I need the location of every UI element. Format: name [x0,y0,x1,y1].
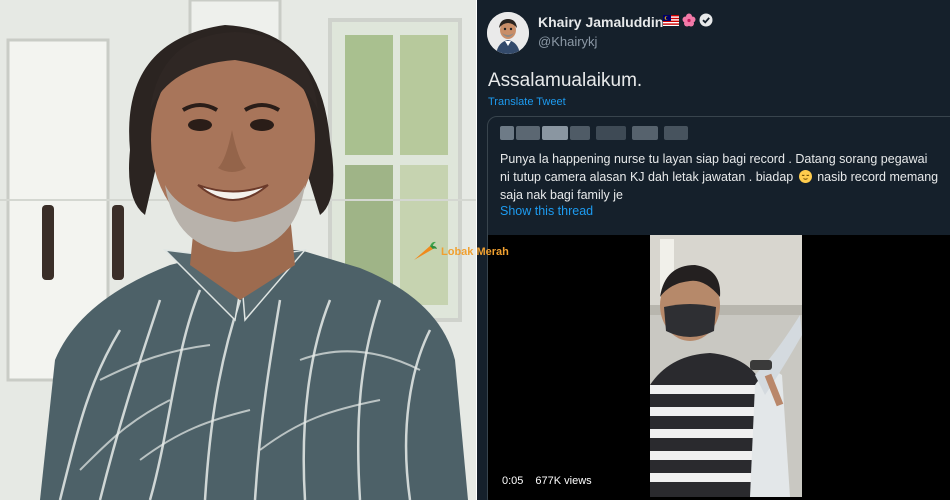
author-avatar[interactable] [487,12,529,54]
quote-text: Punya la happening nurse tu layan siap b… [500,150,940,204]
window-background [0,0,476,500]
lobak-merah-watermark: Lobak Merah [410,240,509,264]
video-time: 0:05 [502,475,524,487]
video-views: 677K views [535,475,592,487]
author-name[interactable]: Khairy Jamaluddin [538,14,663,30]
video-meta: 0:05 677K views [502,475,592,487]
blurred-quote-author [500,124,700,142]
carrot-icon [414,241,437,260]
video-player[interactable]: 0:05 677K views [488,235,950,500]
translate-tweet-link[interactable]: Translate Tweet [488,96,566,108]
hibiscus-icon [682,13,696,27]
name-badges [663,13,713,27]
video-still [650,235,802,497]
watermark-text: Lobak Merah [441,246,509,258]
author-handle[interactable]: @Khairykj [538,34,597,49]
verified-badge-icon [699,13,713,27]
video-frame [650,235,802,497]
show-thread-link[interactable]: Show this thread [500,204,593,218]
avatar-illustration [487,12,529,54]
tweet-text: Assalamualaikum. [488,70,643,91]
tweet-card: Khairy Jamaluddin @Khairykj Assalamualai… [477,0,950,500]
quoted-tweet[interactable]: Punya la happening nurse tu layan siap b… [487,116,950,500]
relieved-face-icon [798,170,812,183]
malaysia-flag-icon [663,14,679,26]
portrait-photo [0,0,476,500]
